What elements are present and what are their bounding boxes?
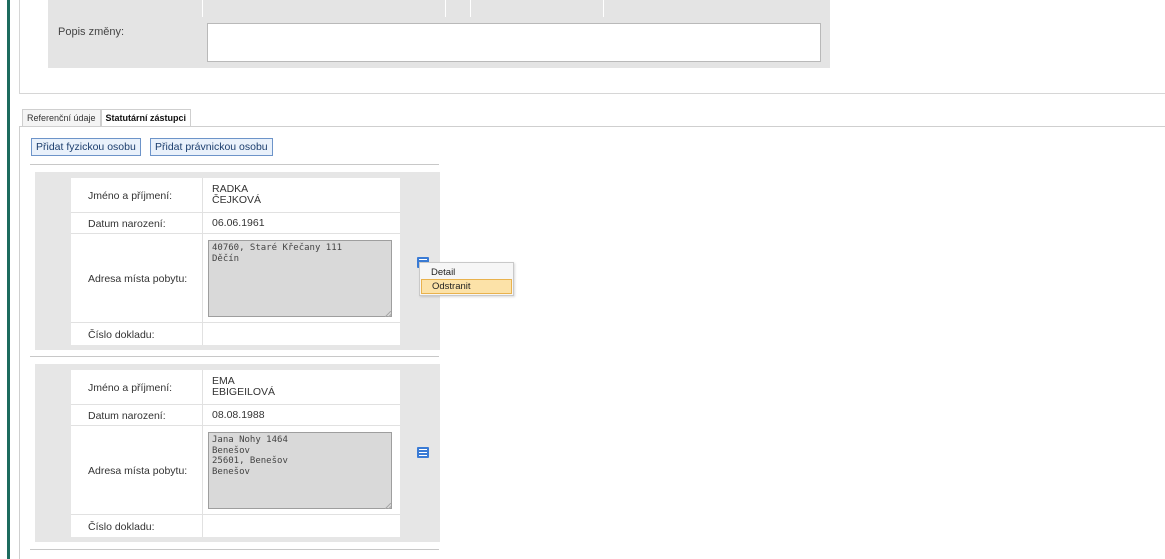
resize-grip-icon[interactable] xyxy=(384,502,391,509)
birth-date-value: 08.08.1988 xyxy=(212,409,265,421)
address-textarea[interactable]: 40760, Staré Křečany 111 Děčín xyxy=(208,240,392,317)
tab-statutarni-zastupci[interactable]: Statutární zástupci xyxy=(100,109,192,126)
tab-bar: Referenční údaje Statutární zástupci xyxy=(22,109,192,126)
name-last-value: EBIGEILOVÁ xyxy=(212,386,276,398)
table-row: Číslo dokladu: xyxy=(71,515,400,537)
left-accent-bar xyxy=(7,0,10,559)
table-row: Adresa místa pobytu: Jana Nohy 1464 Bene… xyxy=(71,426,400,515)
person-table: Jméno a příjmení: RADKA ČEJKOVÁ Datum na… xyxy=(71,178,400,345)
document-label: Číslo dokladu: xyxy=(88,521,155,533)
name-last-value: ČEJKOVÁ xyxy=(212,194,262,206)
context-menu-remove[interactable]: Odstranit xyxy=(421,279,512,294)
divider xyxy=(30,549,439,550)
divider xyxy=(30,356,439,357)
popis-label: Popis změny: xyxy=(58,26,125,38)
table-row: Jméno a příjmení: EMA EBIGEILOVÁ xyxy=(71,370,400,405)
table-row: Adresa místa pobytu: 40760, Staré Křečan… xyxy=(71,234,400,323)
document-label: Číslo dokladu: xyxy=(88,329,155,341)
name-label: Jméno a příjmení: xyxy=(88,382,173,394)
table-row: Jméno a příjmení: RADKA ČEJKOVÁ xyxy=(71,178,400,213)
form-row-top xyxy=(48,0,830,17)
divider xyxy=(30,164,439,165)
add-legal-person-button[interactable]: Přidat právnickou osobu xyxy=(150,138,273,156)
popis-textarea[interactable] xyxy=(207,23,821,62)
context-menu-detail[interactable]: Detail xyxy=(421,265,512,280)
birth-date-value: 06.06.1961 xyxy=(212,217,265,229)
address-textarea[interactable]: Jana Nohy 1464 Benešov 25601, Benešov Be… xyxy=(208,432,392,509)
person-table: Jméno a příjmení: EMA EBIGEILOVÁ Datum n… xyxy=(71,370,400,537)
birth-label: Datum narození: xyxy=(88,410,166,422)
row-menu-icon[interactable] xyxy=(417,447,429,458)
add-natural-person-button[interactable]: Přidat fyzickou osobu xyxy=(31,138,141,156)
table-row: Datum narození: 06.06.1961 xyxy=(71,213,400,234)
birth-label: Datum narození: xyxy=(88,218,166,230)
context-menu: Detail Odstranit xyxy=(419,262,514,296)
table-row: Datum narození: 08.08.1988 xyxy=(71,405,400,426)
table-row: Číslo dokladu: xyxy=(71,323,400,345)
tab-referencni-udaje[interactable]: Referenční údaje xyxy=(22,109,101,126)
resize-grip-icon[interactable] xyxy=(384,310,391,317)
address-label: Adresa místa pobytu: xyxy=(88,273,188,285)
address-label: Adresa místa pobytu: xyxy=(88,465,188,477)
name-label: Jméno a příjmení: xyxy=(88,190,173,202)
